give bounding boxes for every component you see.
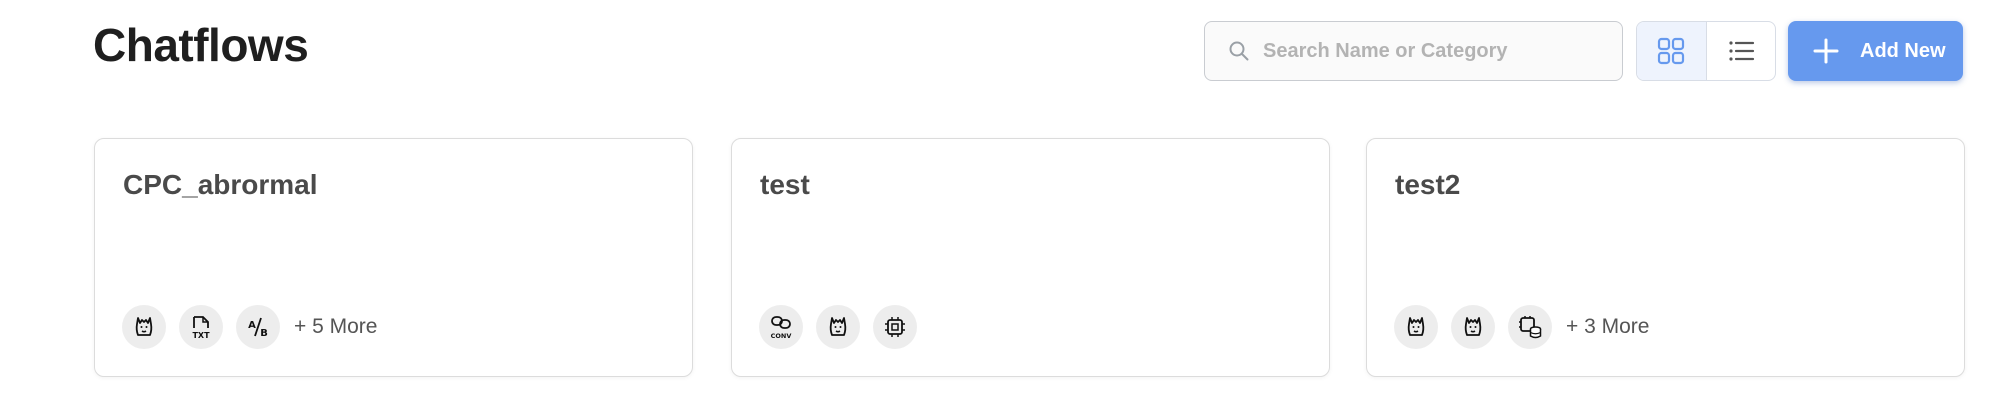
chatflow-card[interactable]: CPC_abrormal TXT AB + 5 More — [94, 138, 693, 377]
chatflow-card[interactable]: test CONV — [731, 138, 1330, 377]
node-icons-row: CONV — [759, 305, 931, 349]
search-icon — [1229, 41, 1249, 61]
plus-icon — [1813, 38, 1839, 64]
svg-text:A: A — [248, 320, 256, 331]
list-icon — [1729, 41, 1754, 61]
card-title: test2 — [1395, 169, 1461, 200]
txt-file-icon: TXT — [179, 305, 223, 349]
ab-test-icon: AB — [236, 305, 280, 349]
svg-text:TXT: TXT — [192, 331, 210, 340]
llama-icon — [816, 305, 860, 349]
chatflow-card[interactable]: test2 + 3 More — [1366, 138, 1965, 377]
card-title: CPC_abrormal — [123, 169, 318, 200]
card-title: test — [760, 169, 810, 200]
llama-icon — [1394, 305, 1438, 349]
chip-icon — [873, 305, 917, 349]
search-box[interactable] — [1204, 21, 1623, 81]
list-view-button[interactable] — [1707, 22, 1776, 80]
add-new-label: Add New — [1860, 39, 1946, 62]
more-nodes-label: + 3 More — [1566, 315, 1650, 338]
more-nodes-label: + 5 More — [294, 315, 378, 338]
grid-icon — [1658, 37, 1685, 65]
page-title: Chatflows — [93, 19, 309, 71]
add-new-button[interactable]: Add New — [1788, 21, 1963, 81]
svg-text:CONV: CONV — [771, 332, 792, 340]
search-input[interactable] — [1263, 39, 1603, 63]
view-toggle — [1636, 21, 1776, 81]
svg-text:B: B — [260, 328, 268, 339]
chip-database-icon — [1508, 305, 1552, 349]
llama-icon — [122, 305, 166, 349]
llama-icon — [1451, 305, 1495, 349]
node-icons-row: TXT AB + 5 More — [122, 305, 377, 349]
grid-view-button[interactable] — [1637, 22, 1707, 80]
node-icons-row: + 3 More — [1394, 305, 1649, 349]
conversation-chain-icon: CONV — [759, 305, 803, 349]
